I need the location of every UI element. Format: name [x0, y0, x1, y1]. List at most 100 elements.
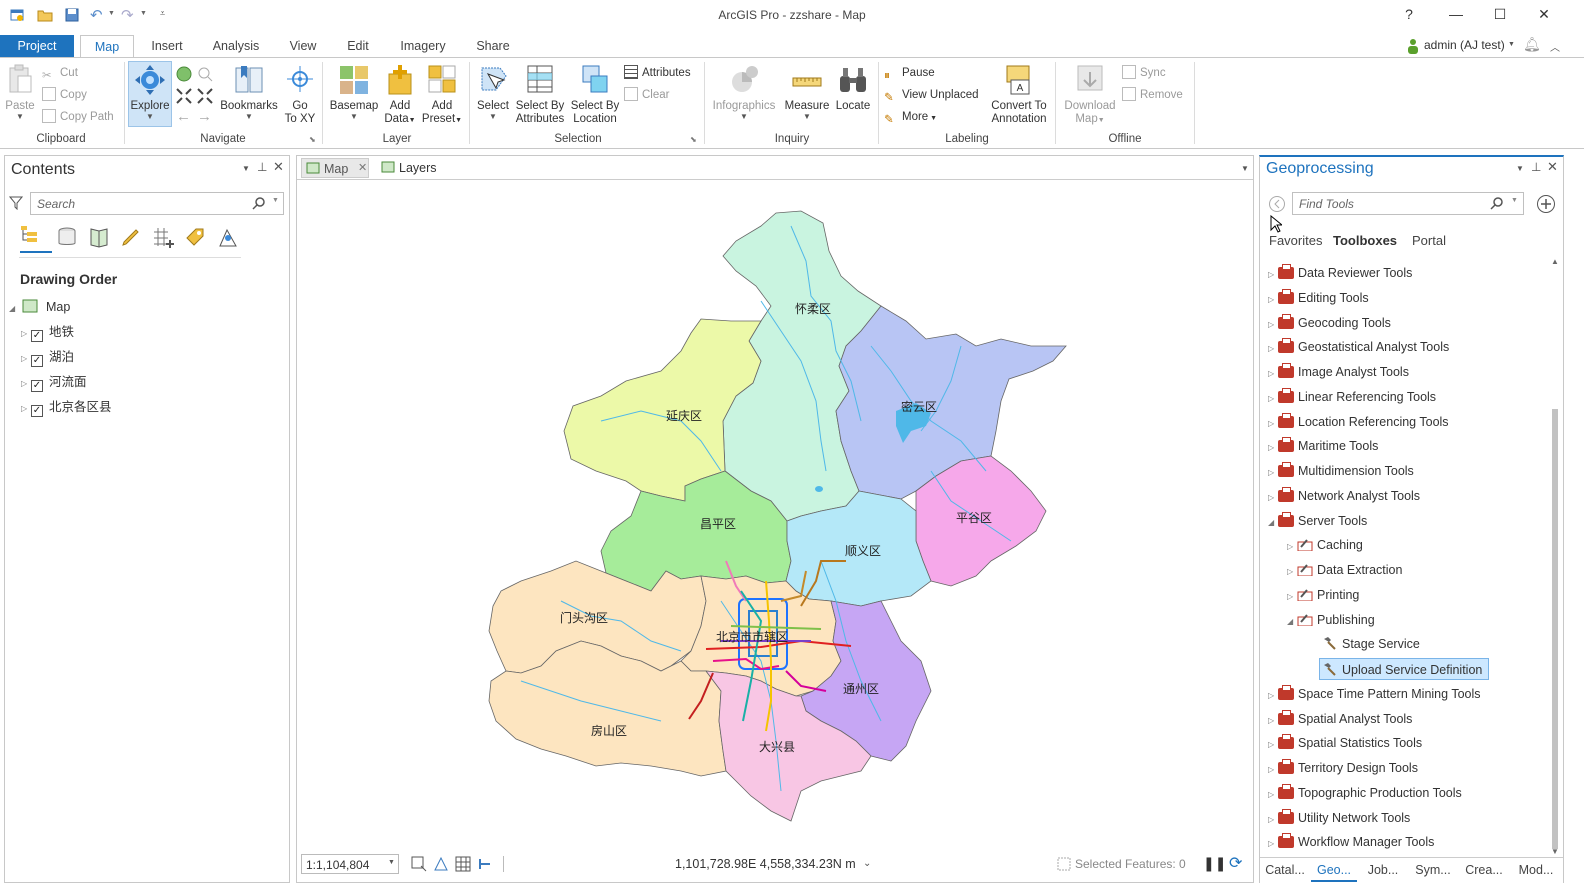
user-name[interactable]: admin (AJ test): [1424, 38, 1505, 52]
toolbox-row[interactable]: ▷ Editing Tools: [1268, 287, 1369, 309]
layer-row[interactable]: ▷ ✓ 北京各区县: [21, 396, 112, 418]
layer-row[interactable]: ▷ ✓ 河流面: [21, 371, 87, 393]
search-options-icon[interactable]: ▼: [272, 197, 279, 204]
pin-icon[interactable]: ⊥: [257, 160, 267, 174]
toolbox-row[interactable]: ▷ Territory Design Tools: [1268, 757, 1418, 779]
back-icon[interactable]: [1268, 195, 1286, 213]
selection-launcher-icon[interactable]: ⬊: [690, 135, 697, 144]
user-dropdown-icon[interactable]: ▼: [1508, 41, 1515, 48]
contents-search-input[interactable]: Search: [30, 192, 284, 215]
toolbox-row[interactable]: ◢ Server Tools: [1268, 510, 1367, 532]
toolbox-row[interactable]: ▷ Image Analyst Tools: [1268, 361, 1409, 383]
infographics-button[interactable]: Infographics ▼: [708, 64, 780, 121]
basemap-button[interactable]: Basemap ▼: [326, 64, 382, 121]
copy-button[interactable]: Copy: [42, 86, 87, 104]
help-button[interactable]: ?: [1399, 6, 1419, 24]
list-by-source-icon[interactable]: [56, 226, 78, 248]
layer-visibility-checkbox[interactable]: ✓: [31, 380, 43, 392]
toolbox-row[interactable]: ▷ Network Analyst Tools: [1268, 485, 1420, 507]
toolbox-row[interactable]: ▷ Spatial Statistics Tools: [1268, 732, 1422, 754]
expand-arrow-icon[interactable]: ▷: [1287, 586, 1297, 608]
pause-labeling-button[interactable]: ⏸ Pause: [884, 64, 935, 82]
tab-create-features[interactable]: Crea...: [1460, 858, 1508, 882]
expand-arrow-icon[interactable]: ▷: [1268, 833, 1278, 855]
locate-button[interactable]: Locate: [834, 64, 872, 113]
expand-arrow-icon[interactable]: ▷: [1268, 413, 1278, 435]
close-window-button[interactable]: ✕: [1534, 6, 1554, 24]
sync-button[interactable]: Sync: [1122, 64, 1166, 82]
search-options-icon[interactable]: ▼: [1511, 197, 1518, 204]
tab-insert[interactable]: Insert: [144, 35, 190, 58]
list-by-selection-icon[interactable]: [88, 226, 110, 248]
full-extent-icon[interactable]: [176, 66, 192, 82]
select-by-location-button[interactable]: Select By Location: [568, 64, 622, 126]
selected-features-count[interactable]: Selected Features: 0: [1075, 857, 1186, 871]
toolbox-row[interactable]: ▷ Topographic Production Tools: [1268, 782, 1462, 804]
list-by-labeling-icon[interactable]: [184, 226, 206, 248]
tab-view[interactable]: View: [284, 35, 322, 58]
toolbox-row[interactable]: ▷ Workflow Manager Tools: [1268, 831, 1434, 853]
expand-arrow-icon[interactable]: ▷: [1268, 809, 1278, 831]
tab-edit[interactable]: Edit: [340, 35, 376, 58]
pin-icon[interactable]: ⊥: [1531, 160, 1541, 174]
minimize-button[interactable]: —: [1446, 6, 1466, 24]
toolbox-row[interactable]: ▷ Geostatistical Analyst Tools: [1268, 336, 1449, 358]
expand-arrow-icon[interactable]: ▷: [21, 323, 31, 345]
add-preset-button[interactable]: Add Preset▼: [420, 64, 464, 127]
pane-options-icon[interactable]: ▼: [1516, 164, 1524, 173]
remove-button[interactable]: Remove: [1122, 86, 1183, 104]
attributes-button[interactable]: Attributes: [624, 64, 691, 82]
scroll-down-icon[interactable]: ▼: [1551, 847, 1559, 856]
filter-icon[interactable]: [9, 196, 23, 210]
tab-symbology[interactable]: Sym...: [1410, 858, 1456, 882]
tab-favorites[interactable]: Favorites: [1269, 233, 1322, 248]
navigate-launcher-icon[interactable]: ⬊: [309, 135, 316, 144]
go-to-xy-button[interactable]: Go To XY: [282, 64, 318, 126]
close-pane-icon[interactable]: ✕: [1547, 159, 1558, 175]
view-list-dropdown-icon[interactable]: ▼: [1241, 164, 1249, 173]
collapse-arrow-icon[interactable]: ◢: [9, 298, 19, 320]
toolset-row[interactable]: ▷ Data Extraction: [1287, 559, 1402, 581]
pause-drawing-icon[interactable]: ❚❚: [1203, 855, 1226, 872]
list-by-editing-icon[interactable]: [120, 226, 142, 248]
select-by-attributes-button[interactable]: Select By Attributes: [514, 64, 566, 126]
collapse-ribbon-icon[interactable]: ︿: [1550, 39, 1560, 54]
tab-catalog[interactable]: Catal...: [1262, 858, 1308, 882]
collapse-arrow-icon[interactable]: ◢: [1268, 512, 1278, 534]
expand-arrow-icon[interactable]: ▷: [1268, 462, 1278, 484]
more-labeling-button[interactable]: ✎ More ▼: [884, 108, 937, 126]
tool-row-selected[interactable]: Upload Service Definition: [1319, 658, 1490, 680]
layer-row[interactable]: ▷ ✓ 地铁: [21, 321, 74, 343]
tab-geoprocessing[interactable]: Geo...: [1311, 858, 1357, 882]
beijing-districts-map[interactable]: 怀柔区 密云区 延庆区 昌平区 顺义区 平谷区 门头沟区 北京市市辖区 通州区 …: [477, 206, 1077, 831]
scrollbar-thumb[interactable]: [1552, 409, 1558, 849]
snapping-icon[interactable]: [477, 856, 493, 872]
layer-row[interactable]: ▷ ✓ 湖泊: [21, 346, 74, 368]
toolbox-row[interactable]: ▷ Geocoding Tools: [1268, 312, 1391, 334]
list-by-snapping-icon[interactable]: [152, 226, 176, 248]
tab-portal[interactable]: Portal: [1412, 233, 1446, 248]
refresh-icon[interactable]: ⟳: [1229, 853, 1242, 873]
expand-arrow-icon[interactable]: ▷: [1268, 264, 1278, 286]
expand-arrow-icon[interactable]: ▷: [1268, 437, 1278, 459]
toolbox-row[interactable]: ▷ Multidimension Tools: [1268, 460, 1414, 482]
close-pane-icon[interactable]: ✕: [273, 159, 284, 175]
toolset-row[interactable]: ▷ Printing: [1287, 584, 1359, 606]
expand-arrow-icon[interactable]: ▷: [1268, 289, 1278, 311]
tab-toolboxes[interactable]: Toolboxes: [1333, 233, 1397, 248]
collapse-arrow-icon[interactable]: ◢: [1287, 611, 1297, 633]
toolbox-row[interactable]: ▷ Utility Network Tools: [1268, 807, 1410, 829]
cut-button[interactable]: ✂ Cut: [42, 64, 78, 82]
previous-extent-icon[interactable]: ←: [176, 108, 191, 125]
add-data-button[interactable]: Add Data▼: [382, 64, 418, 127]
tab-jobs[interactable]: Job...: [1360, 858, 1406, 882]
layer-visibility-checkbox[interactable]: ✓: [31, 330, 43, 342]
expand-arrow-icon[interactable]: ▷: [1268, 710, 1278, 732]
maximize-button[interactable]: ☐: [1490, 6, 1510, 24]
expand-arrow-icon[interactable]: ▷: [1268, 363, 1278, 385]
tab-imagery[interactable]: Imagery: [394, 35, 452, 58]
download-map-button[interactable]: Download Map▼: [1060, 64, 1120, 127]
expand-arrow-icon[interactable]: ▷: [1268, 338, 1278, 360]
fixed-zoom-in-icon[interactable]: [176, 88, 192, 104]
toolset-row[interactable]: ◢ Publishing: [1287, 609, 1375, 631]
